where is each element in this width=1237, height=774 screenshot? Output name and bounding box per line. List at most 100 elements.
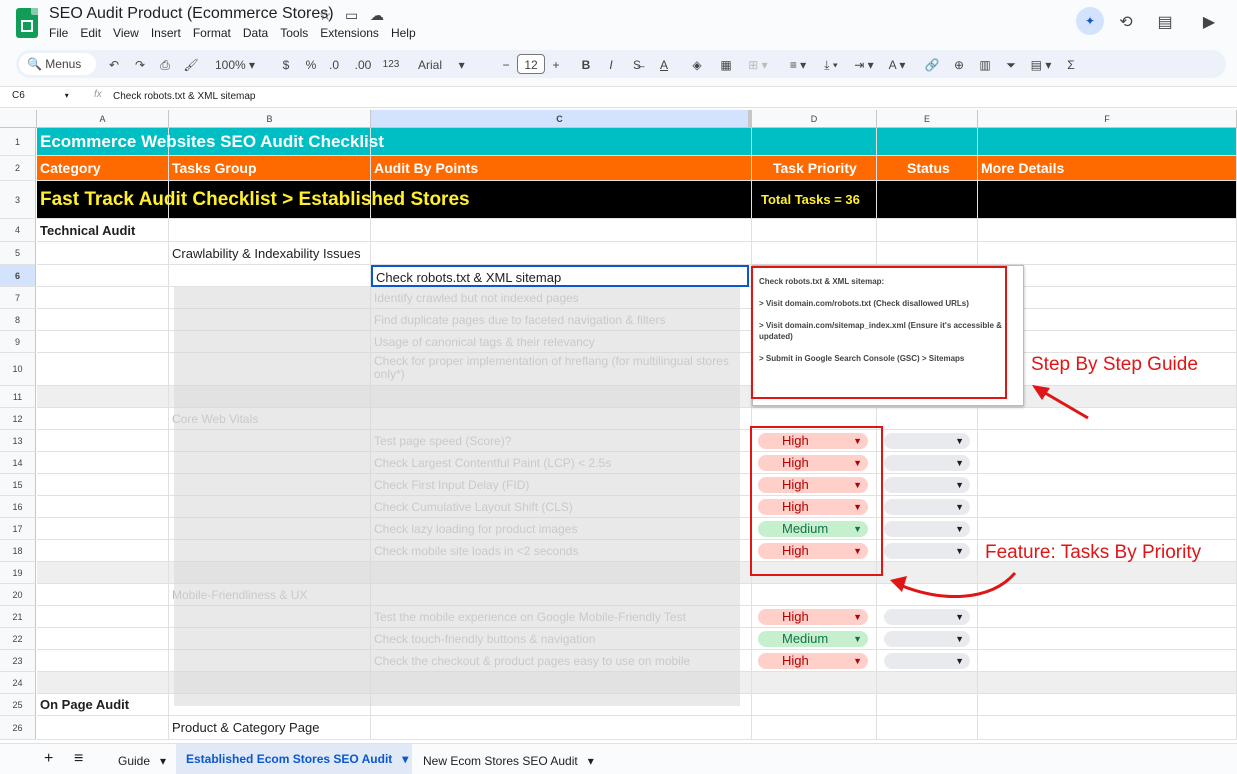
grid-cell[interactable] [877, 672, 978, 694]
grid-cell[interactable] [37, 518, 169, 540]
priority-dropdown[interactable]: High ▼ [758, 477, 868, 493]
select-all-corner[interactable] [0, 110, 37, 128]
grid-cell[interactable] [37, 650, 169, 672]
row-header[interactable]: 9 [0, 331, 36, 353]
font-size-plus-button[interactable]: + [550, 55, 562, 75]
borders-icon[interactable]: ▦ [718, 55, 734, 75]
redo-icon[interactable]: ↷ [132, 55, 148, 75]
grid-cell[interactable] [877, 219, 978, 242]
grid-cell[interactable] [978, 650, 1237, 672]
grid-cell[interactable] [37, 562, 169, 584]
row-header[interactable]: 22 [0, 628, 36, 650]
row-header[interactable]: 15 [0, 474, 36, 496]
font-size-input[interactable]: 12 [517, 54, 545, 74]
priority-dropdown[interactable]: High ▼ [758, 543, 868, 559]
grid-cell[interactable] [371, 219, 752, 242]
row-header[interactable]: 26 [0, 716, 36, 740]
star-icon[interactable]: ☆ [319, 7, 332, 24]
text-wrap-icon[interactable]: ⇥ ▾ [851, 55, 877, 75]
row-header[interactable]: 19 [0, 562, 36, 584]
italic-button[interactable]: I [604, 55, 618, 75]
row-header[interactable]: 21 [0, 606, 36, 628]
priority-dropdown[interactable]: High ▼ [758, 433, 868, 449]
grid-cell[interactable] [978, 694, 1237, 716]
menu-format[interactable]: Format [193, 26, 231, 40]
grid-cell[interactable] [752, 584, 877, 606]
document-title[interactable]: SEO Audit Product (Ecommerce Stores) [49, 5, 334, 23]
menu-file[interactable]: File [49, 26, 68, 40]
column-header-f[interactable]: F [978, 110, 1237, 128]
menu-extensions[interactable]: Extensions [320, 26, 379, 40]
grid-cell[interactable] [37, 540, 169, 562]
grid-cell[interactable] [752, 242, 877, 265]
status-dropdown[interactable]: ▼ [884, 653, 970, 669]
paint-format-icon[interactable]: 🖌 [183, 55, 199, 75]
status-dropdown[interactable]: ▼ [884, 521, 970, 537]
zoom-select[interactable]: 100% ▾ [210, 55, 260, 75]
grid-cell[interactable] [37, 452, 169, 474]
menu-help[interactable]: Help [391, 26, 416, 40]
grid-cell[interactable] [37, 606, 169, 628]
strikethrough-button[interactable]: S̶ [630, 55, 644, 75]
row-header[interactable]: 14 [0, 452, 36, 474]
version-history-icon[interactable]: ⟲ [1113, 10, 1139, 36]
menus-search-input[interactable]: 🔍 Menus [19, 53, 96, 75]
grid-cell[interactable] [877, 181, 978, 219]
percent-button[interactable]: % [303, 55, 319, 75]
cloud-status-icon[interactable]: ☁ [370, 7, 384, 24]
row-header[interactable]: 3 [0, 181, 36, 219]
bold-button[interactable]: B [579, 55, 593, 75]
comment-icon[interactable]: ⊕ [951, 55, 967, 75]
tab-established-stores[interactable]: Established Ecom Stores SEO Audit ▾ [176, 744, 412, 774]
fill-color-icon[interactable]: ◈ [689, 55, 705, 75]
row-header[interactable]: 10 [0, 353, 36, 386]
grid-cell[interactable] [978, 242, 1237, 265]
grid-cell[interactable] [978, 628, 1237, 650]
grid-cell[interactable] [37, 716, 169, 740]
grid-cell[interactable] [37, 353, 169, 386]
menu-data[interactable]: Data [243, 26, 268, 40]
priority-dropdown[interactable]: Medium ▼ [758, 521, 868, 537]
sheets-logo-icon[interactable] [16, 8, 38, 38]
row-header[interactable]: 4 [0, 219, 36, 242]
row-header[interactable]: 24 [0, 672, 36, 694]
vertical-align-icon[interactable]: ⤓ ▾ [818, 55, 844, 75]
move-folder-icon[interactable]: ▭ [345, 7, 358, 24]
status-dropdown[interactable]: ▼ [884, 477, 970, 493]
menu-insert[interactable]: Insert [151, 26, 181, 40]
row-header[interactable]: 7 [0, 287, 36, 309]
status-dropdown[interactable]: ▼ [884, 543, 970, 559]
decrease-decimal-button[interactable]: .0 [324, 55, 344, 75]
grid-cell[interactable] [37, 386, 169, 408]
row-header[interactable]: 12 [0, 408, 36, 430]
grid-cell[interactable] [169, 265, 371, 287]
priority-dropdown[interactable]: Medium ▼ [758, 631, 868, 647]
column-header-d[interactable]: D [749, 110, 877, 128]
add-sheet-button[interactable]: + [44, 750, 53, 768]
align-icon[interactable]: ≡ ▾ [785, 55, 811, 75]
increase-decimal-button[interactable]: .00 [352, 55, 374, 75]
grid-cell[interactable] [37, 265, 169, 287]
formula-input[interactable]: Check robots.txt & XML sitemap [113, 91, 255, 102]
grid-cell[interactable] [37, 584, 169, 606]
column-header-b[interactable]: B [169, 110, 371, 128]
comments-icon[interactable]: ▤ [1152, 10, 1178, 36]
text-color-button[interactable]: A [656, 55, 672, 75]
row-header[interactable]: 5 [0, 242, 36, 265]
all-sheets-button[interactable]: ≡ [74, 750, 83, 768]
grid-cell[interactable] [752, 128, 877, 156]
grid-cell[interactable] [37, 496, 169, 518]
font-select[interactable]: Arial ▾ [418, 55, 482, 75]
row-header[interactable]: 6 [0, 265, 36, 287]
grid-cell[interactable] [37, 287, 169, 309]
grid-cell[interactable] [169, 219, 371, 242]
status-dropdown[interactable]: ▼ [884, 455, 970, 471]
column-header-e[interactable]: E [877, 110, 978, 128]
grid-cell[interactable] [978, 672, 1237, 694]
row-header[interactable]: 23 [0, 650, 36, 672]
grid-cell[interactable] [37, 242, 169, 265]
row-header[interactable]: 11 [0, 386, 36, 408]
grid-cell[interactable] [752, 219, 877, 242]
menu-tools[interactable]: Tools [280, 26, 308, 40]
row-header[interactable]: 8 [0, 309, 36, 331]
